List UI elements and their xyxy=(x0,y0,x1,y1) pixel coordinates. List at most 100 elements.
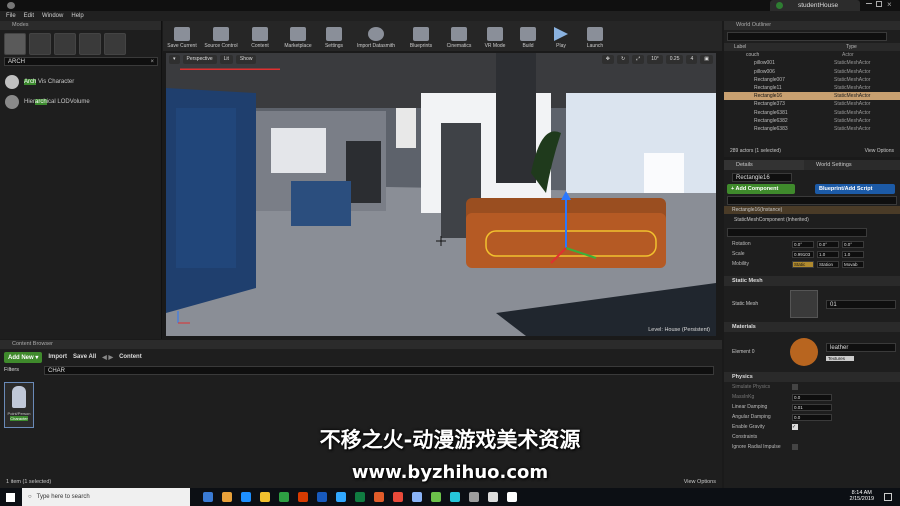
maximize-viewport-icon[interactable]: ▣ xyxy=(700,54,713,64)
blueprints-button[interactable]: Blueprints xyxy=(403,22,439,50)
actor-name-field[interactable]: Rectangle16 xyxy=(732,173,792,182)
linear-damping-field[interactable]: 0.01 xyxy=(792,403,832,411)
angle-snap-value[interactable]: 10° xyxy=(647,54,663,64)
build-button[interactable]: Build xyxy=(513,22,543,50)
paint-mode-icon[interactable] xyxy=(29,33,51,55)
table-row[interactable]: Rectangle373 StaticMeshActor xyxy=(724,100,900,108)
scale-snap-value[interactable]: 0.25 xyxy=(665,54,684,64)
scale-tool-icon[interactable]: ⤢ xyxy=(632,54,645,64)
taskbar-app-icon[interactable] xyxy=(487,492,498,502)
marketplace-button[interactable]: Marketplace xyxy=(279,22,317,50)
table-row[interactable]: Rectangle6382 StaticMeshActor xyxy=(724,117,900,125)
source-control-button[interactable]: Source Control xyxy=(201,22,241,50)
close-icon[interactable]: × xyxy=(887,0,892,9)
mobility-static[interactable]: Static xyxy=(792,260,814,268)
mesh-thumbnail[interactable] xyxy=(790,290,818,318)
lit-button[interactable]: Lit xyxy=(219,54,233,64)
maximize-icon[interactable] xyxy=(876,1,882,7)
minimize-icon[interactable] xyxy=(866,3,872,4)
taskbar-app-icon[interactable] xyxy=(202,492,213,502)
table-row[interactable]: pillow006 StaticMeshActor xyxy=(724,68,900,76)
inherited-component[interactable]: StaticMeshComponent (Inherited) xyxy=(724,214,900,226)
save-current-button[interactable]: Save Current xyxy=(165,22,199,50)
menu-file[interactable]: File xyxy=(6,13,16,19)
scale-z[interactable]: 1.0 xyxy=(842,250,864,258)
material-thumbnail[interactable] xyxy=(790,338,818,366)
physics-section[interactable]: Physics xyxy=(724,372,900,382)
path-content[interactable]: Content xyxy=(119,354,142,360)
materials-section[interactable]: Materials xyxy=(724,322,900,332)
taskbar-app-icon[interactable] xyxy=(430,492,441,502)
filters-button[interactable]: Filters xyxy=(4,367,40,373)
show-button[interactable]: Show xyxy=(235,54,257,64)
taskbar-app-icon[interactable] xyxy=(354,492,365,502)
taskbar-app-icon[interactable] xyxy=(506,492,517,502)
cinematics-button[interactable]: Cinematics xyxy=(441,22,477,50)
project-tab[interactable]: studentHouse xyxy=(770,0,860,11)
static-mesh-section[interactable]: Static Mesh xyxy=(724,276,900,286)
tab-details[interactable]: Details xyxy=(724,160,804,170)
notification-icon[interactable] xyxy=(884,493,892,501)
taskbar-app-icon[interactable] xyxy=(259,492,270,502)
material-value[interactable]: leather xyxy=(826,343,896,352)
modes-search-input[interactable]: ARCH × xyxy=(4,57,158,66)
col-label[interactable]: Label xyxy=(734,44,846,50)
launch-button[interactable]: Launch xyxy=(579,22,611,50)
add-new-button[interactable]: Add New ▾ xyxy=(4,351,43,363)
taskbar-app-icon[interactable] xyxy=(411,492,422,502)
col-type[interactable]: Type xyxy=(846,44,857,50)
level-viewport[interactable]: ▬▬▬▬▬▬▬▬▬▬▬▬▬▬▬▬▬▬▬▬ Level: House (Persi… xyxy=(166,53,716,336)
vr-mode-button[interactable]: VR Mode xyxy=(479,22,511,50)
landscape-mode-icon[interactable] xyxy=(54,33,76,55)
simulate-checkbox[interactable] xyxy=(792,384,798,390)
table-row[interactable]: couch Actor xyxy=(724,51,900,59)
rotation-x[interactable]: 0.0° xyxy=(792,240,814,248)
scale-y[interactable]: 1.0 xyxy=(817,250,839,258)
clock[interactable]: 8:14 AM 2/15/2019 xyxy=(850,490,874,502)
geometry-mode-icon[interactable] xyxy=(104,33,126,55)
clear-search-icon[interactable]: × xyxy=(150,58,154,66)
table-row[interactable]: Rectangle11 StaticMeshActor xyxy=(724,84,900,92)
foliage-mode-icon[interactable] xyxy=(79,33,101,55)
asset-search-input[interactable]: CHAR xyxy=(44,365,714,375)
taskbar-app-icon[interactable] xyxy=(221,492,232,502)
asset-tile[interactable]: Point/Person Character xyxy=(4,382,34,428)
taskbar-app-icon[interactable] xyxy=(392,492,403,502)
add-component-button[interactable]: + Add Component xyxy=(727,184,795,194)
rotate-tool-icon[interactable]: ↻ xyxy=(616,54,630,64)
viewport-options-icon[interactable]: ▾ xyxy=(169,54,180,64)
settings-button[interactable]: Settings xyxy=(319,22,349,50)
save-all-button[interactable]: Save All xyxy=(73,354,96,360)
table-row-selected[interactable]: Rectangle16 StaticMeshActor xyxy=(724,92,900,101)
taskbar-search[interactable]: ○ Type here to search xyxy=(22,488,190,506)
perspective-button[interactable]: Perspective xyxy=(182,54,217,64)
taskbar-app-icon[interactable] xyxy=(373,492,384,502)
rotation-y[interactable]: 0.0° xyxy=(817,240,839,248)
table-row[interactable]: Rectangle6381 StaticMeshActor xyxy=(724,109,900,117)
taskbar-app-icon[interactable] xyxy=(278,492,289,502)
modes-tab[interactable]: Modes xyxy=(0,21,161,30)
component-search-input[interactable] xyxy=(727,196,897,205)
list-item[interactable]: Arch Vis Character xyxy=(0,72,161,92)
play-button[interactable]: Play xyxy=(545,22,577,50)
details-search-input[interactable] xyxy=(727,228,867,237)
taskbar-app-icon[interactable] xyxy=(449,492,460,502)
static-mesh-value[interactable]: 01 xyxy=(826,299,896,309)
angular-damping-field[interactable]: 0.0 xyxy=(792,413,832,421)
list-item[interactable]: Hierarchical LODVolume xyxy=(0,92,161,112)
taskbar-app-icon[interactable] xyxy=(335,492,346,502)
blueprint-script-button[interactable]: Blueprint/Add Script xyxy=(815,184,895,194)
table-row[interactable]: Rectangle6383 StaticMeshActor xyxy=(724,125,900,133)
menu-window[interactable]: Window xyxy=(42,13,63,19)
outliner-tab[interactable]: World Outliner xyxy=(724,21,900,30)
camera-speed-value[interactable]: 4 xyxy=(686,54,698,64)
outliner-search-input[interactable] xyxy=(727,32,887,41)
menu-edit[interactable]: Edit xyxy=(24,13,34,19)
back-arrow-icon[interactable]: ◀ ▶ xyxy=(102,354,113,361)
taskbar-app-icon[interactable] xyxy=(297,492,308,502)
mobility-station[interactable]: Station xyxy=(817,260,839,268)
table-row[interactable]: pillow001 StaticMeshActor xyxy=(724,59,900,67)
outliner-view-options[interactable]: View Options xyxy=(865,148,894,154)
content-button[interactable]: Content xyxy=(243,22,277,50)
content-browser-tab[interactable]: Content Browser xyxy=(0,340,722,349)
